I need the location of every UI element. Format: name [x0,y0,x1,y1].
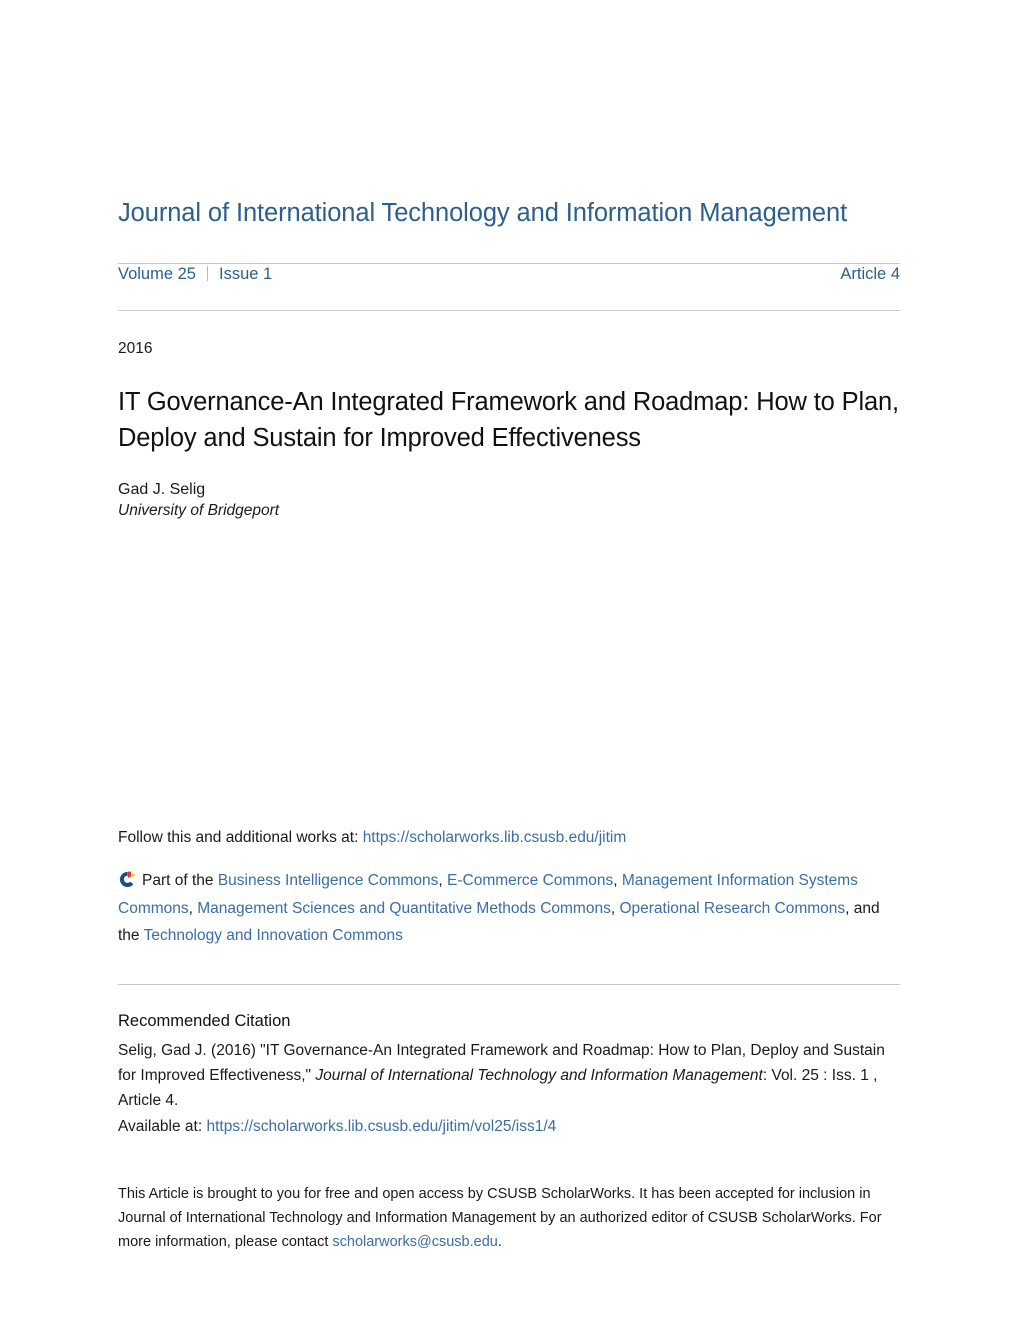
volume-label: Volume 25 [118,264,196,283]
citation-journal-name: Journal of International Technology and … [315,1066,763,1084]
follow-prefix: Follow this and additional works at: [118,829,359,846]
commons-paragraph: Part of the Business Intelligence Common… [118,850,900,950]
recommended-citation-heading: Recommended Citation [118,1011,291,1030]
volume-issue-divider [206,265,208,281]
issue-label: Issue 1 [218,264,273,283]
author-affiliation: University of Bridgeport [118,502,280,519]
article-number-label: Article 4 [840,264,900,283]
commons-link-business-intelligence[interactable]: Business Intelligence Commons [218,872,439,889]
commons-link-e-commerce[interactable]: E-Commerce Commons [447,872,613,889]
journal-works-link[interactable]: https://scholarworks.lib.csusb.edu/jitim [363,829,627,846]
article-title: IT Governance-An Integrated Framework an… [118,387,899,452]
commons-link-management-sciences[interactable]: Management Sciences and Quantitative Met… [197,900,611,917]
journal-title: Journal of International Technology and … [118,199,848,227]
follow-line: Follow this and additional works at: htt… [118,826,900,850]
commons-sep-2: , [613,872,622,890]
commons-sep-3: , [188,899,198,917]
article-cover-page: Journal of International Technology and … [0,0,1020,1320]
available-at-link[interactable]: https://scholarworks.lib.csusb.edu/jitim… [206,1118,556,1135]
commons-link-operational-research[interactable]: Operational Research Commons [619,900,845,917]
volume-issue-group: Volume 25 Issue 1 [118,264,272,284]
volume-issue-row: Volume 25 Issue 1 Article 4 [118,264,900,310]
citation-text: Selig, Gad J. (2016) "IT Governance-An I… [118,1031,900,1113]
author-name: Gad J. Selig [118,481,206,498]
page-content: Journal of International Technology and … [118,0,900,1255]
digital-commons-icon [118,870,137,889]
footer-note: This Article is brought to you for free … [118,1139,890,1255]
commons-link-technology-and-innovation[interactable]: Technology and Innovation Commons [144,927,403,944]
publication-year: 2016 [118,339,153,357]
available-at-label: Available at: [118,1118,203,1136]
available-at-line: Available at: https://scholarworks.lib.c… [118,1113,900,1139]
follow-block: Follow this and additional works at: htt… [118,520,900,950]
commons-sep-1: , [438,872,448,890]
contact-email-link[interactable]: scholarworks@csusb.edu [332,1234,497,1250]
footer-text-after-email: . [497,1234,502,1251]
part-of-label: Part of the [142,872,214,890]
